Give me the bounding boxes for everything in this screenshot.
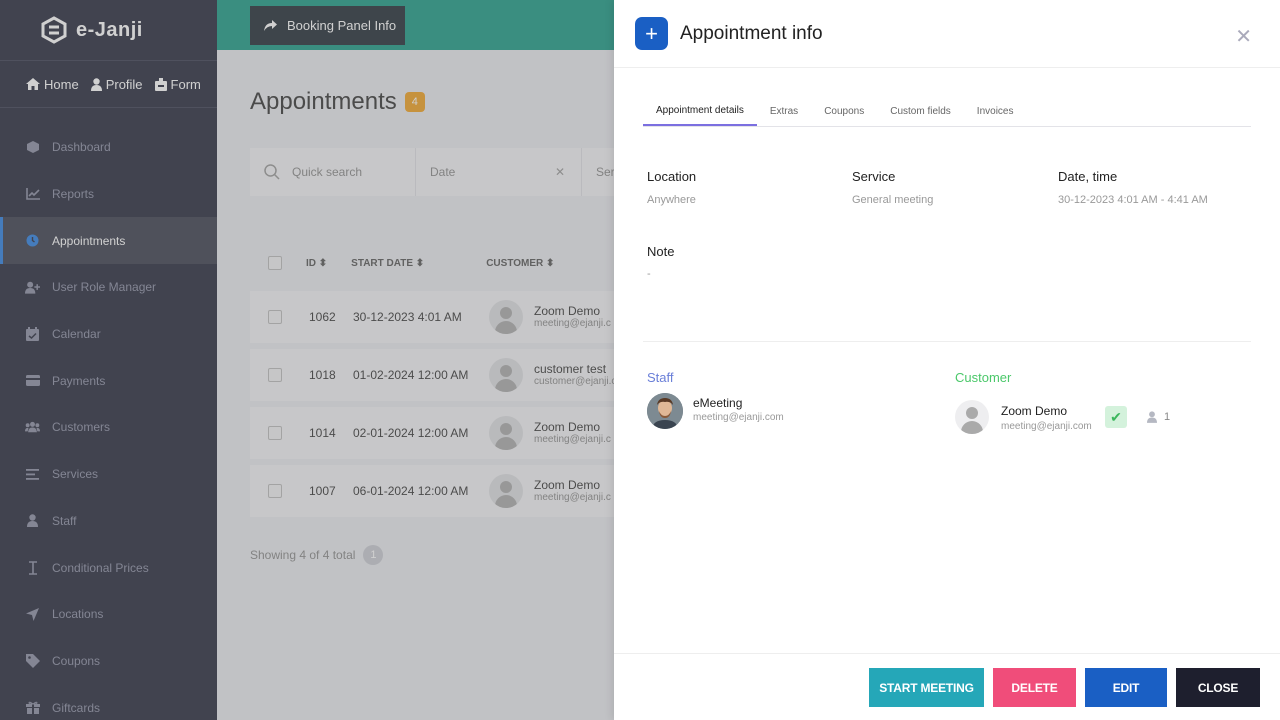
- staff-heading: Staff: [647, 370, 674, 385]
- modal-backdrop[interactable]: [0, 0, 614, 720]
- tab-invoices[interactable]: Invoices: [964, 96, 1027, 126]
- status-approved-icon[interactable]: ✔: [1105, 406, 1127, 428]
- service-label: Service: [852, 169, 896, 184]
- location-value: Anywhere: [647, 194, 696, 206]
- datetime-value: 30-12-2023 4:01 AM - 4:41 AM: [1058, 194, 1208, 206]
- tab-appointment-details[interactable]: Appointment details: [643, 96, 757, 126]
- staff-email: meeting@ejanji.com: [693, 412, 784, 423]
- note-label: Note: [647, 244, 675, 259]
- tab-custom-fields[interactable]: Custom fields: [877, 96, 964, 126]
- edit-button[interactable]: EDIT: [1085, 668, 1167, 707]
- persons-count: 1: [1164, 411, 1171, 423]
- datetime-label: Date, time: [1058, 169, 1118, 184]
- customer-name: Zoom Demo: [1001, 404, 1068, 418]
- location-label: Location: [647, 169, 697, 184]
- service-value: General meeting: [852, 194, 934, 206]
- person-icon: [1147, 411, 1157, 423]
- tab-coupons[interactable]: Coupons: [811, 96, 877, 126]
- staff-avatar: [647, 393, 683, 429]
- customer-heading: Customer: [955, 370, 1012, 385]
- customer-avatar: [955, 400, 989, 434]
- staff-name: eMeeting: [693, 396, 743, 410]
- appointment-info-panel: + Appointment info ✕ Appointment details…: [614, 0, 1280, 720]
- start-meeting-button[interactable]: START MEETING: [869, 668, 984, 707]
- close-icon[interactable]: ✕: [1235, 24, 1252, 49]
- delete-button[interactable]: DELETE: [993, 668, 1076, 707]
- close-button[interactable]: CLOSE: [1176, 668, 1260, 707]
- panel-header: + Appointment info: [614, 0, 1280, 68]
- divider: [643, 341, 1251, 342]
- panel-title: Appointment info: [680, 22, 823, 44]
- plus-icon: +: [635, 17, 668, 50]
- customer-email: meeting@ejanji.com: [1001, 421, 1092, 432]
- note-value: -: [647, 268, 651, 280]
- tab-extras[interactable]: Extras: [757, 96, 811, 126]
- panel-tabs: Appointment details Extras Coupons Custo…: [643, 96, 1251, 127]
